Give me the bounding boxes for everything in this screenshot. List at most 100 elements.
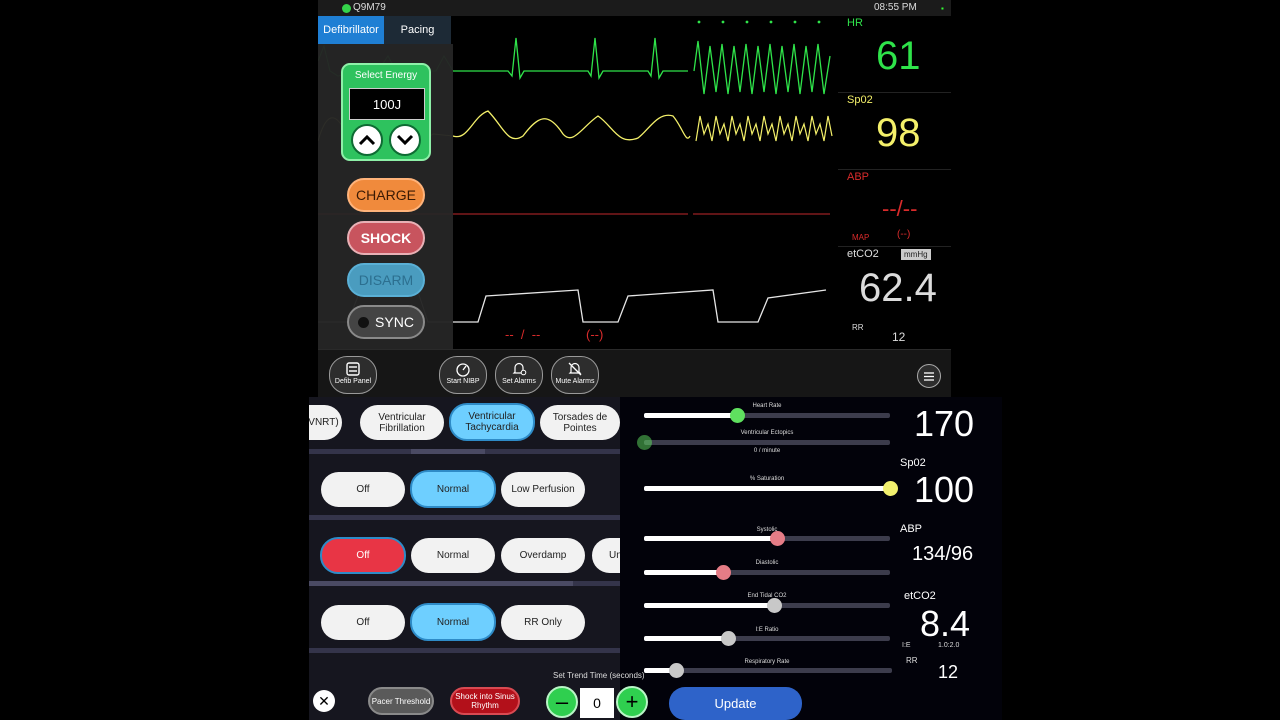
rhythm-vtach-button[interactable]: Ventricular Tachycardia xyxy=(449,403,535,441)
pacer-threshold-button[interactable]: Pacer Threshold xyxy=(368,687,434,715)
etco2-divider xyxy=(309,648,620,653)
set-alarms-button[interactable]: Set Alarms xyxy=(495,356,543,394)
sync-button[interactable]: SYNC xyxy=(347,305,425,339)
gauge-icon xyxy=(456,363,470,377)
shock-into-sinus-button[interactable]: Shock into Sinus Rhythm xyxy=(450,687,520,715)
abp-value: --/-- xyxy=(882,196,918,221)
device-id: Q9M79 xyxy=(353,2,386,13)
ectopics-slider[interactable] xyxy=(637,435,890,450)
systolic-slider-label: Systolic xyxy=(756,527,778,533)
menu-button[interactable] xyxy=(917,364,941,388)
heart-rate-slider[interactable] xyxy=(644,408,890,423)
vitals-divider xyxy=(838,169,951,170)
target-rr-label: RR xyxy=(906,656,918,665)
etco2-off-button[interactable]: Off xyxy=(321,605,405,640)
slider-knob[interactable] xyxy=(669,663,685,678)
close-button[interactable]: ✕ xyxy=(313,690,335,712)
spo2-low-perfusion-button[interactable]: Low Perfusion xyxy=(501,472,585,507)
trend-time-label: Set Trend Time (seconds) xyxy=(553,671,645,680)
defib-panel-label: Defib Panel xyxy=(334,378,372,385)
rr-value: 12 xyxy=(892,330,906,344)
tab-pacing[interactable]: Pacing xyxy=(384,16,451,44)
energy-down-button[interactable] xyxy=(389,124,421,156)
slider-knob[interactable] xyxy=(769,531,785,546)
map-label: MAP xyxy=(852,233,870,242)
diastolic-slider-label: Diastolic xyxy=(755,560,779,566)
defib-panel-button[interactable]: Defib Panel xyxy=(329,356,377,394)
disarm-button[interactable]: DISARM xyxy=(347,263,425,297)
slider-fill xyxy=(644,486,890,491)
rhythm-avnrt-button[interactable]: AVNRT) xyxy=(309,405,342,440)
abp-underdamp-button[interactable]: Un xyxy=(592,538,620,573)
resp-rate-slider[interactable] xyxy=(644,663,892,678)
etco2-value: 62.4 xyxy=(859,266,937,310)
trend-time-input[interactable]: 0 xyxy=(580,688,614,718)
target-etco2-label: etCO2 xyxy=(904,590,936,602)
slider-knob[interactable] xyxy=(715,565,731,580)
energy-up-button[interactable] xyxy=(351,124,383,156)
slider-knob[interactable] xyxy=(767,598,783,613)
nibp-readout: -- / -- xyxy=(505,327,541,342)
slider-fill xyxy=(644,570,723,575)
tab-defibrillator[interactable]: Defibrillator xyxy=(318,16,384,44)
slider-knob[interactable] xyxy=(730,408,746,423)
systolic-slider[interactable] xyxy=(644,531,890,546)
target-spo2-value: 100 xyxy=(914,469,975,510)
abp-off-button[interactable]: Off xyxy=(320,537,406,574)
sync-label: SYNC xyxy=(375,314,414,330)
bell-gear-icon xyxy=(512,362,527,376)
charge-button[interactable]: CHARGE xyxy=(347,178,425,212)
start-nibp-button[interactable]: Start NIBP xyxy=(439,356,487,394)
saturation-slider[interactable] xyxy=(644,481,898,496)
trend-plus-button[interactable]: + xyxy=(616,686,648,718)
abp-label: ABP xyxy=(847,171,870,183)
trend-minus-button[interactable]: – xyxy=(546,686,578,718)
rhythm-torsades-button[interactable]: Torsades de Pointes xyxy=(540,405,620,440)
ecg-vt-waveform xyxy=(693,40,831,95)
bell-muted-icon xyxy=(568,362,582,376)
vitals-divider xyxy=(838,246,951,247)
select-energy-box: Select Energy 100J xyxy=(341,63,431,161)
update-button[interactable]: Update xyxy=(669,687,802,720)
ectopics-slider-label: Ventricular Ectopics xyxy=(740,430,794,436)
rhythm-scrollbar[interactable] xyxy=(309,449,620,454)
vitals-divider xyxy=(838,92,951,93)
spo2-off-button[interactable]: Off xyxy=(321,472,405,507)
bottom-nav-bar: Defib Panel Start NIBP Set Alarms Mute A… xyxy=(318,349,951,397)
slider-knob[interactable] xyxy=(883,481,898,496)
saturation-slider-label: % Saturation xyxy=(749,476,785,482)
sync-indicator-icon xyxy=(358,316,370,328)
status-bar: Q9M79 08:55 PM ▪ xyxy=(318,0,951,16)
battery-icon: ▪ xyxy=(941,4,944,13)
ie-ratio-slider-label: I:E Ratio xyxy=(755,627,779,633)
chevron-up-icon xyxy=(358,134,376,146)
abp-overdamp-button[interactable]: Overdamp xyxy=(501,538,585,573)
ie-ratio-slider[interactable] xyxy=(644,631,890,646)
slider-fill xyxy=(644,636,728,641)
ie-value: 1.0:2.0 xyxy=(938,642,960,649)
abp-scrollbar[interactable] xyxy=(309,581,620,586)
rhythm-vfib-button[interactable]: Ventricular Fibrillation xyxy=(360,405,444,440)
mute-alarms-button[interactable]: Mute Alarms xyxy=(551,356,599,394)
shock-button[interactable]: SHOCK xyxy=(347,221,425,255)
spo2-vt-waveform xyxy=(695,115,833,142)
etco2-waveform xyxy=(453,289,827,323)
mute-alarms-label: Mute Alarms xyxy=(555,378,595,385)
target-rr-value: 12 xyxy=(938,662,959,682)
etco2-rr-only-button[interactable]: RR Only xyxy=(501,605,585,640)
target-etco2-value: 8.4 xyxy=(920,603,971,644)
etco2-normal-button[interactable]: Normal xyxy=(410,603,496,641)
spo2-normal-button[interactable]: Normal xyxy=(410,470,496,508)
diastolic-slider[interactable] xyxy=(644,565,890,580)
slider-fill xyxy=(644,536,777,541)
etco2-slider[interactable] xyxy=(644,598,890,613)
hr-value: 61 xyxy=(876,34,921,78)
etco2-slider-label: End Tidal CO2 xyxy=(747,593,787,599)
vital-settings-panel: Heart Rate Ventricular Ectopics 0 / minu… xyxy=(620,397,1002,720)
etco2-unit-badge[interactable]: mmHg xyxy=(901,249,931,260)
energy-value: 100J xyxy=(349,88,425,120)
target-abp-value: 134/96 xyxy=(912,543,974,565)
abp-normal-button[interactable]: Normal xyxy=(411,538,495,573)
select-energy-title: Select Energy xyxy=(354,70,418,81)
slider-knob[interactable] xyxy=(720,631,736,646)
